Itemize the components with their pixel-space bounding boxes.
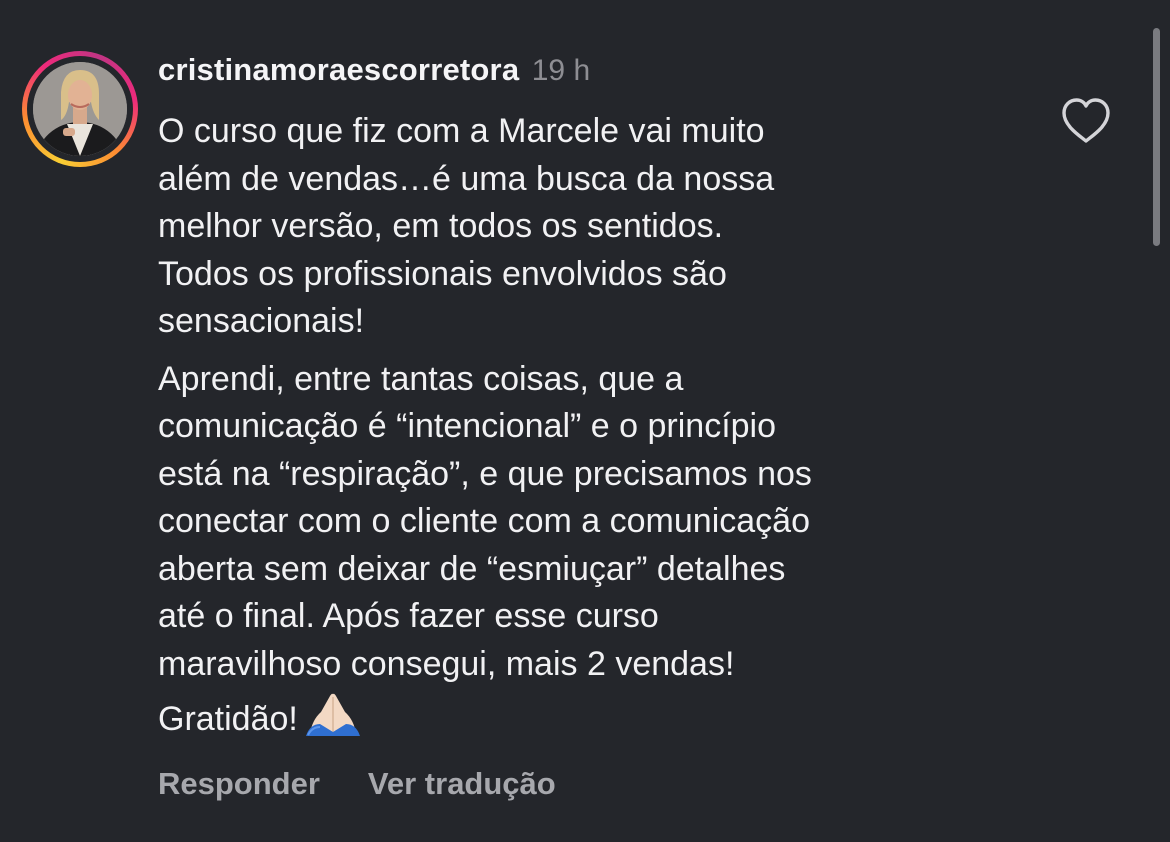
comment-paragraph-1: O curso que fiz com a Marcele vai muito … <box>158 112 775 340</box>
heart-outline-icon <box>1062 98 1110 143</box>
comment-header: cristinamoraescorretora 19 h <box>158 52 590 92</box>
comment-text: O curso que fiz com a Marcele vai muito … <box>158 108 1038 750</box>
comment-paragraph-2-text: Aprendi, entre tantas coisas, que a comu… <box>158 359 812 739</box>
scrollbar[interactable] <box>1153 28 1160 246</box>
avatar[interactable] <box>33 62 127 156</box>
comment: cristinamoraescorretora 19 h O curso que… <box>0 0 1170 842</box>
username-link[interactable]: cristinamoraescorretora <box>158 52 519 87</box>
reply-button[interactable]: Responder <box>158 766 320 801</box>
see-translation-button[interactable]: Ver tradução <box>368 766 556 801</box>
avatar-photo <box>33 62 127 156</box>
story-ring[interactable] <box>22 51 138 167</box>
comment-paragraph-2: Aprendi, entre tantas coisas, que a comu… <box>158 356 1038 750</box>
comment-timestamp: 19 h <box>531 54 591 87</box>
comment-actions: Responder Ver tradução <box>158 766 556 802</box>
like-button[interactable] <box>1058 96 1114 148</box>
folded-hands-icon <box>304 688 362 750</box>
